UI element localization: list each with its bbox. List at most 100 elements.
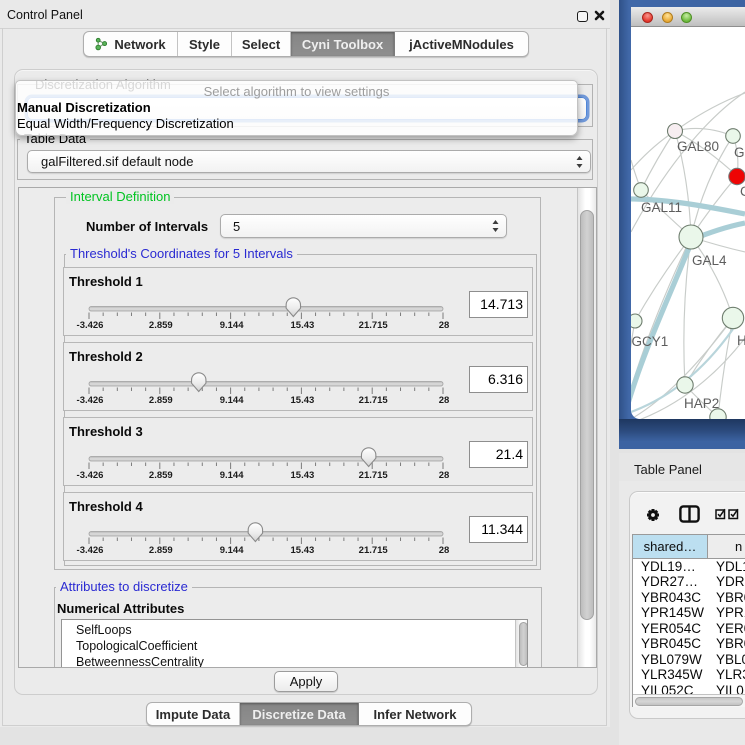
number-of-intervals-label: Number of Intervals	[86, 219, 208, 234]
network-node-gcy1[interactable]	[631, 314, 642, 328]
network-edge[interactable]	[675, 93, 745, 131]
table-row[interactable]: YIL052C YIL0	[633, 683, 745, 694]
threshold-value-field[interactable]: 21.4	[469, 441, 528, 468]
tab-discretize-data[interactable]: Discretize Data	[240, 703, 359, 725]
close-icon[interactable]	[594, 10, 605, 21]
algorithm-dropdown-popup: Select algorithm to view settings Manual…	[15, 80, 578, 136]
network-node-hap2[interactable]	[677, 377, 693, 393]
network-edge[interactable]	[641, 131, 675, 190]
threshold-value-field[interactable]: 6.316	[469, 366, 528, 393]
float-window-icon[interactable]	[577, 11, 588, 22]
table-header-name[interactable]: n	[708, 534, 745, 559]
network-node-h[interactable]	[722, 307, 743, 328]
threshold-value-field[interactable]: 11.344	[469, 516, 528, 543]
network-node-label: GAL4	[692, 253, 727, 268]
tab-infer-network[interactable]: Infer Network	[359, 703, 471, 725]
table-horizontal-scrollbar[interactable]	[633, 694, 745, 707]
network-node-gal80[interactable]	[668, 124, 683, 139]
table-row[interactable]: YER054C YER0	[633, 621, 745, 636]
tick-label: 21.715	[359, 320, 388, 331]
zoom-traffic-light-icon[interactable]	[681, 12, 692, 23]
network-node-gal11[interactable]	[634, 183, 649, 198]
settings-scrollbar[interactable]	[577, 188, 596, 667]
network-edge[interactable]	[675, 128, 733, 136]
tick-label: 28	[439, 470, 450, 481]
tick-label: -3.426	[77, 545, 104, 556]
checkbox-icon[interactable]	[728, 508, 739, 519]
table-row[interactable]: YBR045CYBR0	[633, 636, 745, 651]
tab-jactivemnodules[interactable]: jActiveMNodules	[395, 32, 528, 56]
cell-name: YBL0	[716, 652, 745, 667]
tab-select[interactable]: Select	[232, 32, 291, 56]
close-traffic-light-icon[interactable]	[642, 12, 653, 23]
dropdown-item[interactable]: Manual Discretization	[17, 100, 151, 115]
tick-label: 2.859	[149, 470, 173, 481]
slider-thumb[interactable]	[286, 297, 300, 316]
network-node-label: C	[740, 184, 745, 199]
slider-thumb[interactable]	[248, 522, 262, 541]
table-panel-titlebar[interactable]: Table Panel	[619, 453, 745, 481]
tick-label: 9.144	[220, 320, 244, 331]
table-row[interactable]: YBR043CYBR0	[633, 590, 745, 605]
table-row[interactable]: YDL19…YDL1	[633, 559, 745, 574]
dropdown-item[interactable]: Equal Width/Frequency Discretization	[17, 116, 234, 131]
cell-name: YER0	[716, 621, 745, 636]
tick-label: 21.715	[359, 470, 388, 481]
settings-scrollbar-thumb[interactable]	[580, 210, 594, 620]
table-hscrollbar-thumb[interactable]	[635, 697, 743, 706]
tab-label: Impute Data	[156, 707, 230, 722]
network-edge[interactable]	[691, 237, 733, 318]
number-of-intervals-combobox[interactable]: 5	[220, 214, 507, 238]
attribute-list-item[interactable]: TopologicalCoefficient	[76, 639, 197, 653]
cell-name: YIL0	[716, 683, 744, 694]
tick-label: 15.43	[291, 545, 315, 556]
tab-cyni-toolbox[interactable]: Cyni Toolbox	[291, 32, 395, 56]
tick-label: 9.144	[220, 545, 244, 556]
cell-shared-name: YIL052C	[641, 683, 694, 694]
table-header-shared-name[interactable]: shared…	[633, 534, 708, 559]
tab-impute-data[interactable]: Impute Data	[147, 703, 240, 725]
attribute-list-item[interactable]: SelfLoops	[76, 623, 132, 637]
split-view-icon[interactable]	[679, 505, 700, 523]
table-row[interactable]: YLR345WYLR3	[633, 667, 745, 682]
table-row[interactable]: YPR145WYPR1	[633, 605, 745, 620]
cell-name: YBR0	[716, 590, 745, 605]
cell-shared-name: YER054C	[641, 621, 701, 636]
table-row[interactable]: YBL079WYBL0	[633, 652, 745, 667]
threshold-block: Threshold 3-3.4262.8599.14415.4321.71528…	[63, 417, 533, 486]
network-node-red[interactable]	[729, 168, 745, 184]
tab-label: Infer Network	[373, 707, 456, 722]
slider-thumb[interactable]	[361, 447, 375, 466]
tab-style[interactable]: Style	[178, 32, 232, 56]
attribute-list-item[interactable]: BetweennessCentrality	[76, 655, 204, 668]
table-data-combobox[interactable]: galFiltered.sif default node	[27, 150, 591, 173]
network-window-titlebar[interactable]	[631, 7, 745, 27]
cell-shared-name: YDR27…	[641, 574, 698, 589]
network-node-g[interactable]	[726, 129, 741, 144]
cell-name: YLR3	[716, 667, 745, 682]
slider-thumb[interactable]	[192, 372, 206, 391]
network-canvas[interactable]: GAL80G.CGAL11GAL4GCY1HHAP2	[631, 27, 745, 419]
network-node-label: GAL11	[641, 200, 682, 215]
number-of-intervals-value: 5	[221, 219, 240, 234]
table-panel-title: Table Panel	[634, 462, 702, 477]
tab-network[interactable]: Network	[84, 32, 178, 56]
table-row[interactable]: YDR27…YDR2	[633, 574, 745, 589]
network-node-gal4[interactable]	[679, 225, 703, 249]
tick-label: 15.43	[291, 320, 315, 331]
apply-button[interactable]: Apply	[274, 671, 338, 692]
network-node-label: GCY1	[632, 334, 669, 349]
combo-updown-icon	[576, 156, 583, 168]
attributes-list-scrollbar[interactable]	[515, 620, 528, 668]
numerical-attributes-list[interactable]: SelfLoops TopologicalCoefficient Betweenne…	[61, 619, 528, 668]
network-node-label: G.	[734, 145, 745, 160]
threshold-value-field[interactable]: 14.713	[469, 291, 528, 318]
gear-icon[interactable]	[645, 507, 661, 523]
control-panel-titlebar[interactable]: Control Panel	[0, 0, 610, 29]
minimize-traffic-light-icon[interactable]	[662, 12, 673, 23]
network-edge[interactable]	[631, 131, 675, 170]
network-node-label: GAL80	[677, 139, 719, 154]
attributes-scrollbar-thumb[interactable]	[519, 622, 528, 666]
threshold-block: Threshold 2-3.4262.8599.14415.4321.71528…	[63, 342, 533, 411]
checkbox-icon[interactable]	[715, 508, 726, 519]
